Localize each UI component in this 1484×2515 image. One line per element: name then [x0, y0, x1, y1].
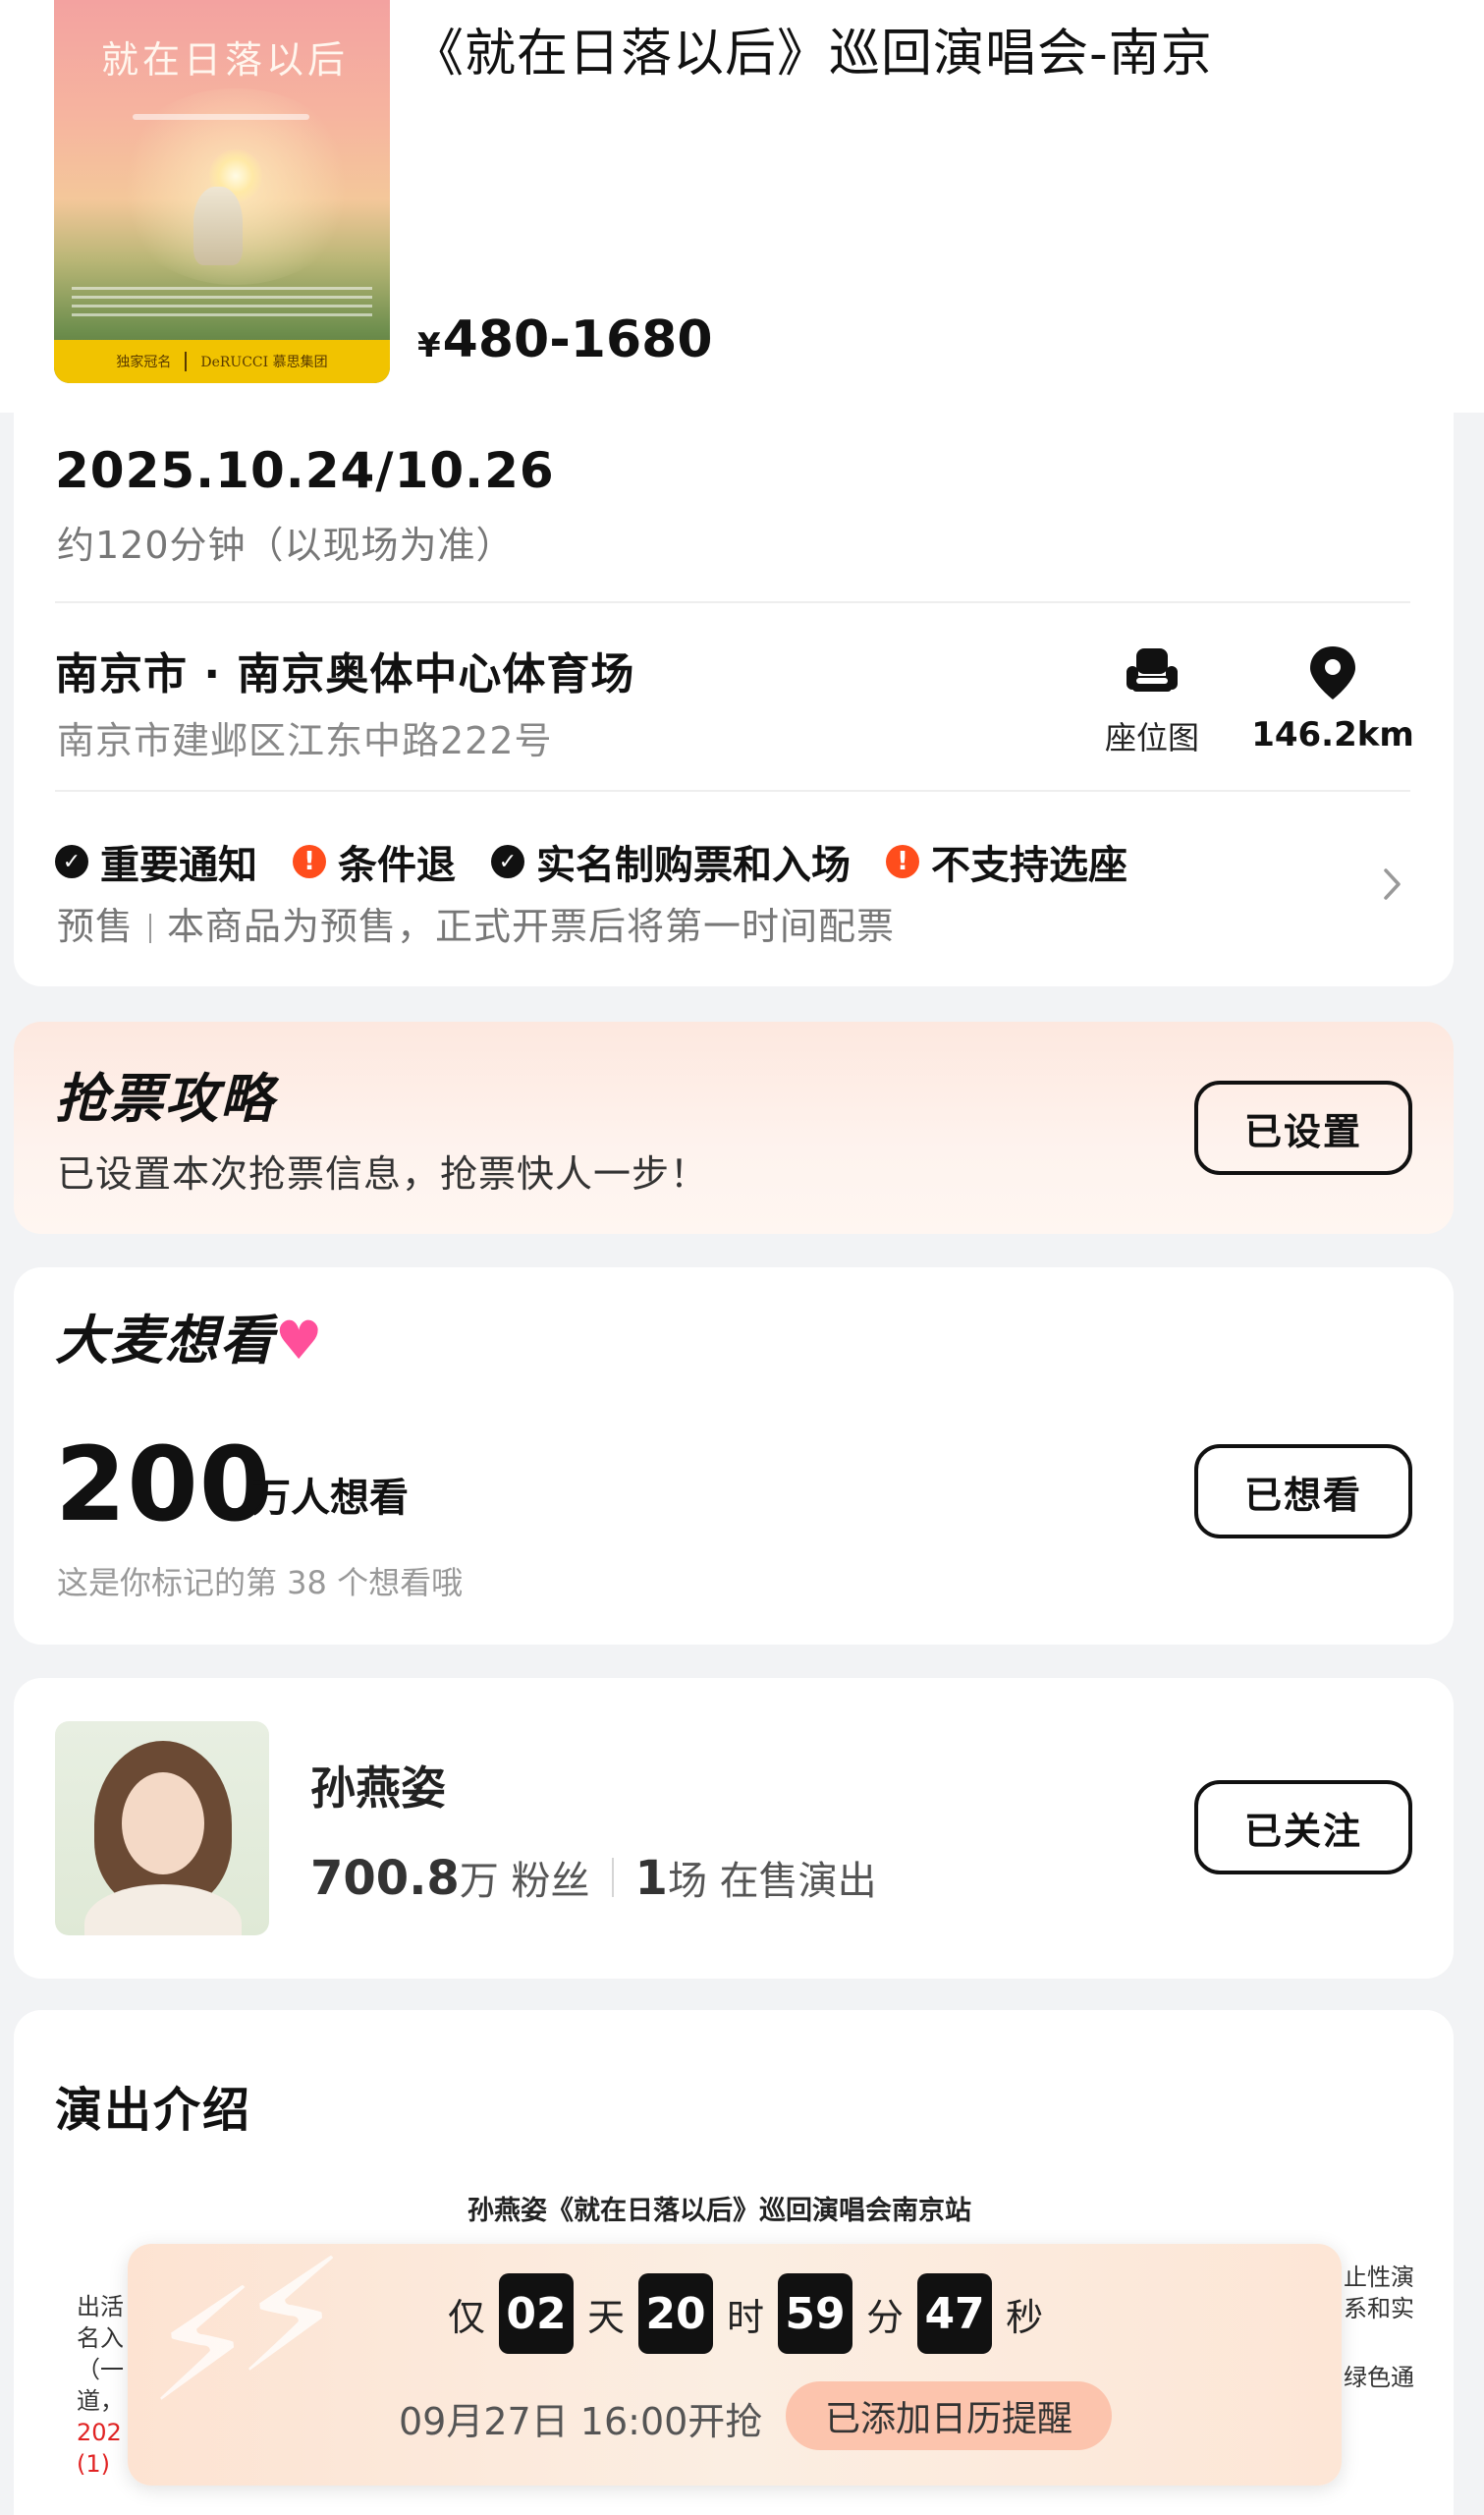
show-title: 《就在日落以后》巡回演唱会-南京: [412, 25, 1213, 84]
calendar-reminder-button[interactable]: 已添加日历提醒: [786, 2381, 1113, 2450]
intro-doc-left: 出活 名入 （一 道， 202 (1): [77, 2291, 124, 2480]
poster-sponsor-left: 独家冠名: [116, 355, 172, 370]
artist-stats: 700.8 万 粉丝 1 场 在售演出: [310, 1849, 877, 1906]
show-info-card: 2025.10.24/10.26 约120分钟（以现场为准） 南京市 · 南京奥…: [14, 413, 1454, 986]
armchair-icon: [1127, 648, 1178, 692]
location-pin-icon: [1310, 646, 1355, 699]
distance-label: 146.2km: [1251, 715, 1414, 754]
countdown-prefix: 仅: [448, 2295, 486, 2339]
grab-settings-button[interactable]: 已设置: [1194, 1081, 1412, 1175]
divider: [55, 601, 1410, 603]
want-to-see-title: 大麦想看♥: [55, 1297, 324, 1374]
map-location-button[interactable]: 146.2km: [1249, 644, 1416, 754]
doc-line: 名入: [77, 2324, 124, 2352]
notice-refund[interactable]: ! 条件退: [293, 833, 456, 890]
doc-line: 202: [77, 2419, 122, 2446]
notice-no-seat-select[interactable]: ! 不支持选座: [886, 833, 1127, 890]
show-duration: 约120分钟（以现场为准）: [57, 524, 515, 567]
grab-strategy-card: 抢票攻略 已设置本次抢票信息，抢票快人一步！ 已设置: [14, 1022, 1454, 1234]
presale-info[interactable]: 预售 本商品为预售，正式开票后将第一时间配票: [57, 896, 895, 950]
notice-important[interactable]: ✓ 重要通知: [55, 833, 257, 890]
show-header: 就在日落以后 独家冠名 DeRUCCI 慕思集团 《就在日落以后》巡回演唱会-南…: [0, 0, 1484, 413]
seat-map-label: 座位图: [1104, 719, 1199, 756]
countdown-timer: 仅 02 天 20 时 59 分 47 秒: [448, 2273, 1043, 2354]
warning-icon: !: [293, 845, 326, 878]
poster-sponsor-bar: 独家冠名 DeRUCCI 慕思集团: [54, 340, 390, 383]
sale-start-time: 09月27日 16:00开抢: [399, 2400, 763, 2443]
artist-shows-unit: 场 在售演出: [667, 1859, 877, 1904]
notice-label: 不支持选座: [931, 843, 1127, 888]
artist-fans-unit: 万 粉丝: [459, 1859, 590, 1904]
notice-label: 实名制购票和入场: [536, 843, 851, 888]
presale-text: 本商品为预售，正式开票后将第一时间配票: [167, 905, 896, 948]
want-to-see-button[interactable]: 已想看: [1194, 1444, 1412, 1538]
grab-strategy-title: 抢票攻略: [55, 1068, 275, 1130]
poster-sponsor-right: DeRUCCI 慕思集团: [200, 355, 328, 370]
want-note: 这是你标记的第 38 个想看哦: [57, 1564, 464, 1601]
poster-info-lines: [72, 287, 372, 322]
presale-tag: 预售: [57, 905, 135, 948]
want-count: 200: [55, 1425, 272, 1544]
doc-line: 绿色通: [1344, 2364, 1414, 2391]
lightning-icon: ⚡: [236, 2244, 347, 2408]
chevron-right-icon[interactable]: [1381, 865, 1404, 904]
artist-fans-count: 700.8: [310, 1851, 460, 1906]
want-to-see-card: 大麦想看♥ 200 万人想看 这是你标记的第 38 个想看哦 已想看: [14, 1267, 1454, 1645]
seat-map-button[interactable]: 座位图: [1088, 644, 1216, 758]
price-currency: ¥: [417, 326, 441, 365]
sale-countdown-banner: ⚡ ⚡ 仅 02 天 20 时 59 分 47 秒 09月27日 16:00开抢…: [128, 2244, 1342, 2486]
avatar-body: [84, 1884, 242, 1935]
heart-icon: ♥: [275, 1310, 325, 1371]
show-poster[interactable]: 就在日落以后 独家冠名 DeRUCCI 慕思集团: [54, 0, 390, 383]
venue-name[interactable]: 南京市 · 南京奥体中心体育场: [55, 639, 634, 701]
notice-label: 重要通知: [100, 843, 257, 888]
intro-doc-right: 止性演 系和实: [1344, 2262, 1414, 2324]
artist-shows-count: 1: [634, 1851, 668, 1906]
want-title-prefix: 大麦想: [55, 1310, 220, 1371]
doc-line: 止性演: [1344, 2264, 1414, 2291]
poster-title: 就在日落以后: [100, 38, 349, 82]
countdown-minutes-unit: 分: [866, 2295, 905, 2339]
divider: [55, 790, 1410, 792]
notice-tags[interactable]: ✓ 重要通知 ! 条件退 ✓ 实名制购票和入场 ! 不支持选座: [55, 833, 1163, 890]
doc-line: （一: [77, 2356, 124, 2383]
notice-label: 条件退: [338, 843, 456, 888]
doc-line: 道，: [77, 2387, 124, 2415]
countdown-minutes: 59: [778, 2273, 853, 2354]
doc-line: (1): [77, 2450, 110, 2478]
venue-address[interactable]: 南京市建邺区江东中路222号: [57, 710, 553, 764]
doc-line: 出活: [77, 2293, 124, 2320]
artist-avatar[interactable]: [55, 1721, 269, 1935]
notice-real-name[interactable]: ✓ 实名制购票和入场: [491, 833, 851, 890]
countdown-seconds-unit: 秒: [1006, 2295, 1044, 2339]
artist-name[interactable]: 孙燕姿: [310, 1753, 446, 1817]
price-range: ¥480-1680: [417, 310, 713, 369]
artist-card[interactable]: 孙燕姿 700.8 万 粉丝 1 场 在售演出 已关注: [14, 1678, 1454, 1979]
show-intro-title: 演出介绍: [55, 2083, 252, 2138]
stats-separator: [611, 1858, 614, 1897]
check-circle-icon: ✓: [55, 845, 88, 878]
check-circle-icon: ✓: [491, 845, 524, 878]
follow-button[interactable]: 已关注: [1194, 1780, 1412, 1874]
show-date: 2025.10.24/10.26: [55, 442, 555, 499]
doc-line: 系和实: [1344, 2295, 1414, 2322]
presale-separator: [149, 914, 152, 943]
want-unit: 万人想看: [251, 1476, 409, 1521]
poster-figure: [193, 187, 243, 265]
avatar-face: [122, 1772, 204, 1874]
countdown-days-unit: 天: [587, 2295, 626, 2339]
warning-icon: !: [886, 845, 919, 878]
countdown-hours-unit: 时: [727, 2295, 765, 2339]
want-title-suffix: 看: [220, 1310, 275, 1371]
grab-strategy-subtitle: 已设置本次抢票信息，抢票快人一步！: [57, 1152, 709, 1196]
countdown-hours: 20: [638, 2273, 714, 2354]
price-value: 480-1680: [442, 310, 713, 369]
countdown-days: 02: [499, 2273, 575, 2354]
poster-subtitle-line: [133, 114, 309, 120]
poster-sponsor-divider: [185, 352, 188, 371]
countdown-seconds: 47: [917, 2273, 993, 2354]
intro-doc-title: 孙燕姿《就在日落以后》巡回演唱会南京站: [467, 2196, 971, 2226]
